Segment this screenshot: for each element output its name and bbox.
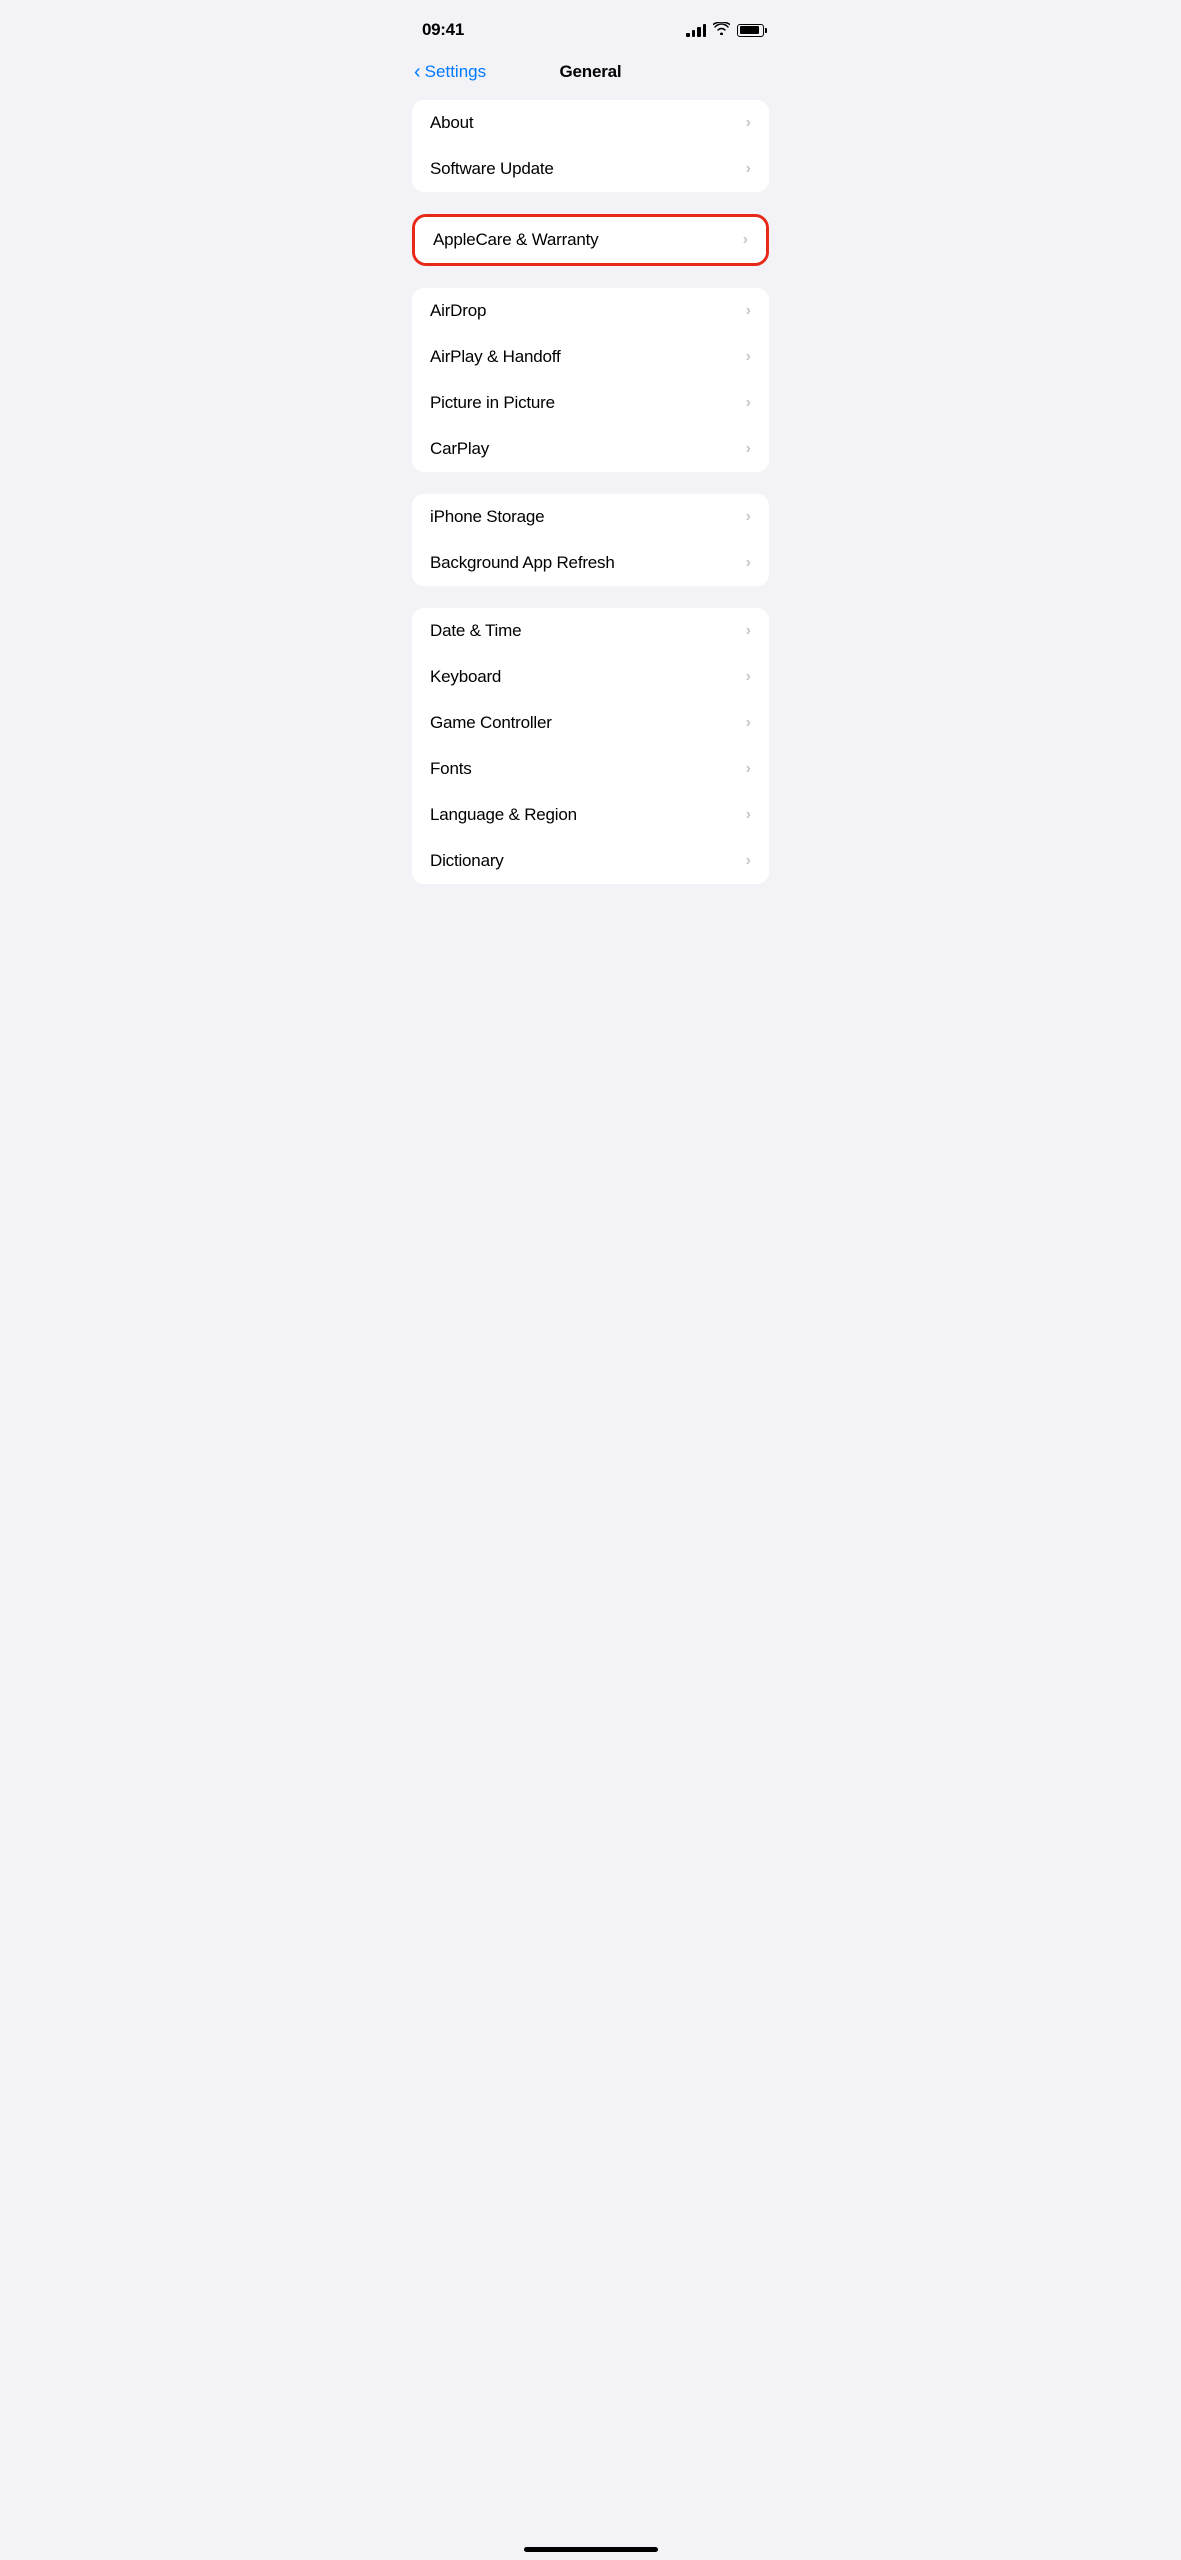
list-item-picture-in-picture[interactable]: Picture in Picture › bbox=[412, 380, 769, 426]
airdrop-label: AirDrop bbox=[430, 301, 486, 321]
about-label: About bbox=[430, 113, 473, 133]
list-item-date-time[interactable]: Date & Time › bbox=[412, 608, 769, 654]
dictionary-chevron-icon: › bbox=[746, 853, 751, 869]
iphone-storage-chevron-icon: › bbox=[746, 509, 751, 525]
status-icons bbox=[686, 22, 767, 38]
keyboard-label: Keyboard bbox=[430, 667, 501, 687]
picture-in-picture-chevron-icon: › bbox=[746, 395, 751, 411]
iphone-storage-label: iPhone Storage bbox=[430, 507, 544, 527]
signal-icon bbox=[686, 24, 706, 37]
date-time-chevron-icon: › bbox=[746, 623, 751, 639]
background-app-refresh-label: Background App Refresh bbox=[430, 553, 615, 573]
list-item-carplay[interactable]: CarPlay › bbox=[412, 426, 769, 472]
list-item-game-controller[interactable]: Game Controller › bbox=[412, 700, 769, 746]
content-area: About › Software Update › AppleCare & Wa… bbox=[394, 94, 787, 912]
carplay-chevron-icon: › bbox=[746, 441, 751, 457]
software-update-chevron-icon: › bbox=[746, 161, 751, 177]
back-chevron-icon: ‹ bbox=[414, 62, 421, 82]
background-app-refresh-chevron-icon: › bbox=[746, 555, 751, 571]
language-region-label: Language & Region bbox=[430, 805, 577, 825]
section-group-3: iPhone Storage › Background App Refresh … bbox=[412, 494, 769, 586]
game-controller-chevron-icon: › bbox=[746, 715, 751, 731]
carplay-label: CarPlay bbox=[430, 439, 489, 459]
status-time: 09:41 bbox=[422, 20, 464, 40]
section-group-4: Date & Time › Keyboard › Game Controller… bbox=[412, 608, 769, 884]
fonts-label: Fonts bbox=[430, 759, 472, 779]
about-chevron-icon: › bbox=[746, 115, 751, 131]
section-group-2: AirDrop › AirPlay & Handoff › Picture in… bbox=[412, 288, 769, 472]
list-item-language-region[interactable]: Language & Region › bbox=[412, 792, 769, 838]
page-title: General bbox=[560, 62, 622, 82]
language-region-chevron-icon: › bbox=[746, 807, 751, 823]
status-bar: 09:41 bbox=[394, 0, 787, 54]
list-item-background-app-refresh[interactable]: Background App Refresh › bbox=[412, 540, 769, 586]
battery-icon bbox=[737, 24, 767, 37]
list-item-airplay-handoff[interactable]: AirPlay & Handoff › bbox=[412, 334, 769, 380]
list-item-iphone-storage[interactable]: iPhone Storage › bbox=[412, 494, 769, 540]
software-update-label: Software Update bbox=[430, 159, 554, 179]
airplay-handoff-chevron-icon: › bbox=[746, 349, 751, 365]
section-group-1: About › Software Update › bbox=[412, 100, 769, 192]
list-item-about[interactable]: About › bbox=[412, 100, 769, 146]
applecare-warranty-chevron-icon: › bbox=[743, 232, 748, 248]
date-time-label: Date & Time bbox=[430, 621, 521, 641]
list-item-applecare-warranty[interactable]: AppleCare & Warranty › bbox=[415, 217, 766, 263]
section-group-applecare: AppleCare & Warranty › bbox=[412, 214, 769, 266]
back-button[interactable]: ‹ Settings bbox=[414, 62, 486, 82]
picture-in-picture-label: Picture in Picture bbox=[430, 393, 555, 413]
list-item-airdrop[interactable]: AirDrop › bbox=[412, 288, 769, 334]
applecare-warranty-label: AppleCare & Warranty bbox=[433, 230, 598, 250]
wifi-icon bbox=[713, 22, 730, 38]
list-item-software-update[interactable]: Software Update › bbox=[412, 146, 769, 192]
keyboard-chevron-icon: › bbox=[746, 669, 751, 685]
fonts-chevron-icon: › bbox=[746, 761, 751, 777]
home-indicator bbox=[524, 2547, 658, 2552]
list-item-keyboard[interactable]: Keyboard › bbox=[412, 654, 769, 700]
list-item-dictionary[interactable]: Dictionary › bbox=[412, 838, 769, 884]
airplay-handoff-label: AirPlay & Handoff bbox=[430, 347, 560, 367]
dictionary-label: Dictionary bbox=[430, 851, 504, 871]
game-controller-label: Game Controller bbox=[430, 713, 552, 733]
nav-header: ‹ Settings General bbox=[394, 54, 787, 94]
list-item-fonts[interactable]: Fonts › bbox=[412, 746, 769, 792]
airdrop-chevron-icon: › bbox=[746, 303, 751, 319]
back-label: Settings bbox=[425, 62, 486, 82]
